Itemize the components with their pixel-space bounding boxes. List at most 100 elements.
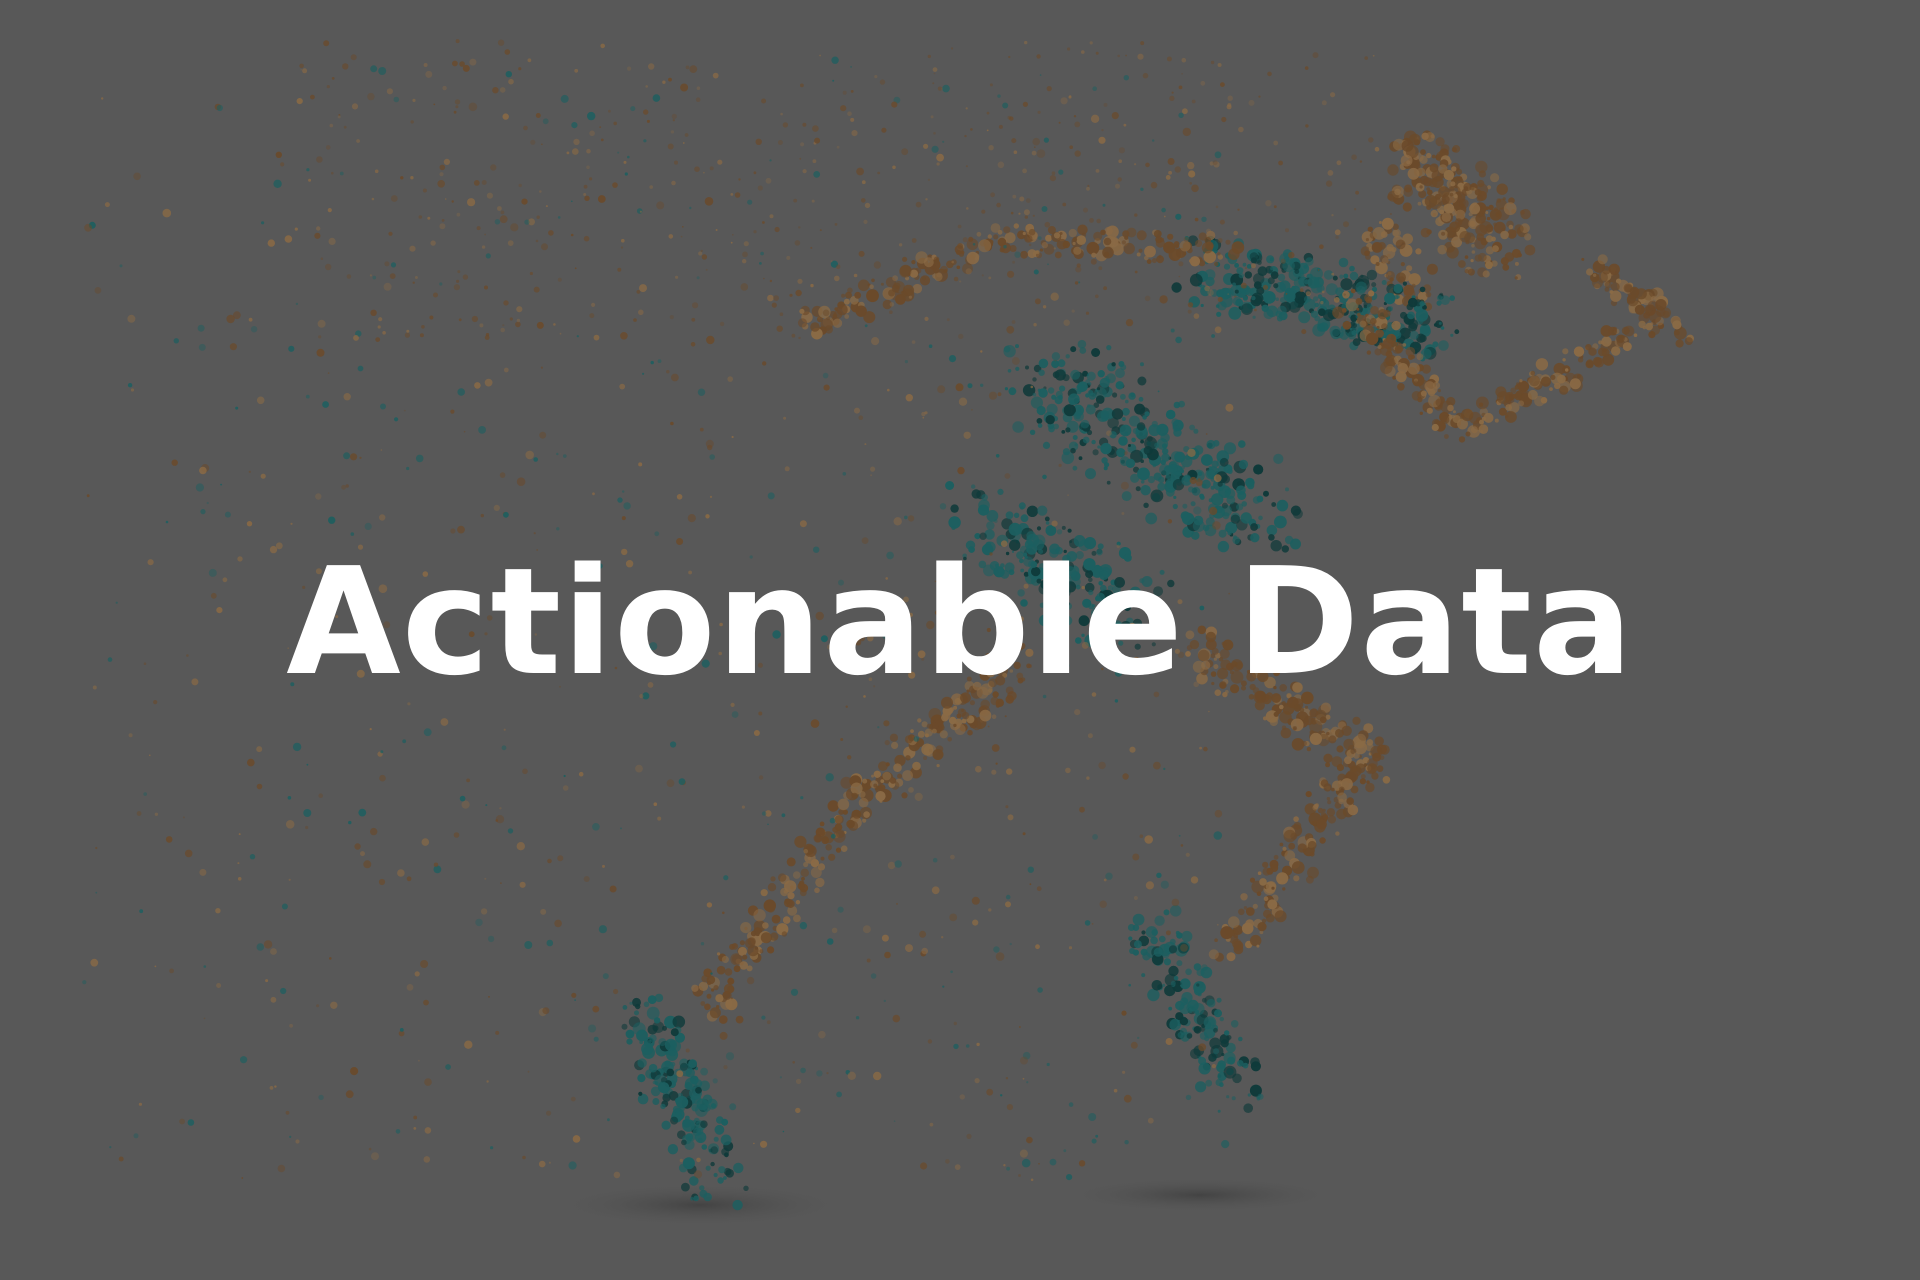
particle [1179,1027,1188,1035]
particle [1261,304,1269,312]
particle [1042,441,1051,449]
particle [961,250,965,255]
particle [887,388,890,392]
particle [530,139,536,145]
particle [1146,435,1153,442]
particle [1036,54,1041,59]
particle [791,333,796,338]
particle [666,370,670,374]
particle [1602,265,1611,275]
particle [1168,464,1178,473]
particle [1227,1056,1236,1065]
particle [1201,454,1213,466]
particle [1095,395,1105,404]
particle [1124,1140,1129,1145]
particle [779,1076,783,1079]
particle [480,513,484,518]
particle [774,226,780,233]
particle [1321,100,1327,106]
particle [889,302,895,307]
particle [1405,346,1416,357]
particle [1225,489,1230,494]
particle [1178,982,1182,986]
particle [269,1086,274,1090]
particle [746,976,755,985]
slide-title: Actionable Data [286,536,1634,708]
particle [873,783,878,788]
particle [1610,282,1620,292]
particle [138,1102,142,1106]
particle [1025,365,1029,370]
particle [1212,521,1221,530]
particle [1600,325,1613,337]
particle [657,359,662,363]
particle [643,139,647,143]
particle [620,827,622,830]
particle [1115,381,1124,390]
particle [667,143,674,150]
particle [1540,397,1548,404]
particle [1237,481,1242,486]
particle [922,416,925,419]
particle [370,65,378,73]
particle [639,284,647,293]
particle [1171,418,1179,426]
particle [617,267,622,272]
particle [573,138,580,146]
particle [1165,930,1171,936]
particle [1091,348,1101,357]
particle [641,1042,654,1055]
particle [1142,952,1151,961]
particle [1007,814,1014,821]
particle [343,393,351,401]
particle [1122,1070,1126,1074]
particle [406,329,410,333]
particle [1068,946,1073,950]
particle [1233,230,1238,236]
particle [1144,295,1151,302]
particle [1349,265,1355,272]
particle [1161,207,1166,213]
particle [402,739,407,744]
particle [203,1017,206,1020]
particle [1309,720,1323,734]
particle [1234,295,1237,298]
particle [755,138,762,145]
particle [795,1078,802,1085]
particle [1112,392,1118,398]
particle [1475,224,1488,237]
particle [1230,1020,1239,1028]
particle [1054,369,1066,381]
particle [1392,229,1400,237]
particle [1329,325,1341,337]
particle [1419,411,1424,415]
particle [1549,387,1553,391]
particle [1352,323,1357,328]
particle [215,908,221,914]
particle [1217,238,1223,243]
particle [976,231,982,237]
particle [695,1087,702,1094]
particle [970,128,973,131]
particle [1163,958,1171,966]
particle [706,335,715,345]
particle [1438,321,1442,325]
particle [1120,393,1126,400]
particle [1158,254,1162,258]
particle [717,952,721,956]
particle [1091,923,1094,925]
particle [767,883,777,892]
particle [990,223,1001,233]
particle [801,876,805,881]
particle [1012,260,1015,264]
particle [583,184,588,189]
particle [1023,209,1030,216]
particle [1156,438,1169,450]
particle [826,938,834,945]
particle [1438,340,1449,351]
particle [1342,320,1352,330]
particle [1137,53,1144,60]
particle [1249,877,1256,883]
particle [1205,533,1208,535]
particle [908,787,914,793]
